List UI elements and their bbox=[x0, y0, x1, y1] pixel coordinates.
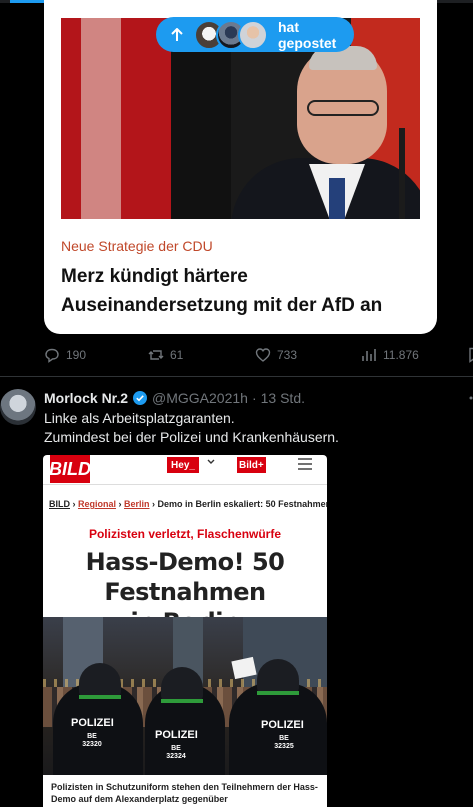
breadcrumb: BILD › Regional › Berlin › Demo in Berli… bbox=[49, 499, 327, 509]
views-icon bbox=[362, 349, 376, 361]
pill-label: hat gepostet bbox=[278, 18, 337, 51]
article-photo: POLIZEI BE 32320 POLIZEI BE 32324 POLIZE… bbox=[43, 617, 327, 775]
polizei-text: POLIZEI bbox=[155, 729, 198, 741]
hamburger-menu-icon bbox=[298, 458, 312, 470]
bookmark-button[interactable] bbox=[467, 347, 473, 363]
meta-separator: · bbox=[251, 390, 257, 406]
bookmark-icon bbox=[469, 347, 473, 363]
heart-icon bbox=[255, 348, 271, 362]
tweet-text-line: Zumindest bei der Polizei und Krankenhäu… bbox=[44, 429, 339, 445]
tweet-action-bar: 190 61 733 11.876 bbox=[44, 347, 473, 365]
timestamp[interactable]: 13 Std. bbox=[261, 390, 305, 406]
more-options-icon[interactable] bbox=[464, 392, 473, 404]
reply-count: 190 bbox=[66, 348, 87, 362]
article-kicker: Polizisten verletzt, Flaschenwürfe bbox=[88, 527, 282, 541]
reply-icon bbox=[45, 348, 59, 363]
display-name[interactable]: Morlock Nr.2 bbox=[44, 390, 128, 406]
chevron-down-icon bbox=[206, 457, 216, 470]
tweet-divider bbox=[0, 376, 473, 377]
repost-count: 61 bbox=[170, 348, 184, 362]
view-count: 11.876 bbox=[383, 348, 419, 362]
avatar bbox=[238, 19, 268, 50]
polizei-text: POLIZEI bbox=[261, 719, 304, 731]
arrow-up-icon bbox=[170, 27, 184, 42]
badge-number: BE 32325 bbox=[274, 735, 294, 750]
repost-button[interactable]: 61 bbox=[148, 347, 183, 363]
user-handle[interactable]: @MGGA2021h bbox=[152, 390, 248, 406]
verified-badge-icon[interactable] bbox=[132, 390, 148, 406]
like-count: 733 bbox=[277, 348, 298, 362]
repost-avatars bbox=[194, 19, 268, 50]
card-kicker: Neue Strategie der CDU bbox=[61, 238, 213, 254]
reply-button[interactable]: 190 bbox=[44, 347, 86, 363]
card-title[interactable]: Merz kündigt härtere Auseinandersetzung … bbox=[61, 262, 421, 320]
bild-hey-badge: Hey_ bbox=[167, 457, 199, 473]
badge-number: BE 32320 bbox=[82, 733, 102, 748]
tweet-header: Morlock Nr.2 @MGGA2021h · 13 Std. bbox=[44, 390, 305, 406]
like-button[interactable]: 733 bbox=[255, 347, 297, 363]
tweet-text: Linke als Arbeitsplatzgaranten. Zumindes… bbox=[44, 409, 464, 447]
views-button[interactable]: 11.876 bbox=[361, 347, 419, 363]
badge-number: BE 32324 bbox=[166, 745, 186, 760]
polizei-text: POLIZEI bbox=[71, 717, 114, 729]
tweet-media-image[interactable]: BILD Hey_ Bild+ BILD › Regional › Berlin… bbox=[43, 455, 327, 807]
new-posts-pill[interactable]: hat gepostet bbox=[156, 17, 354, 52]
bildplus-badge: Bild+ bbox=[237, 457, 266, 473]
avatar[interactable] bbox=[0, 389, 36, 425]
tweet-text-line: Linke als Arbeitsplatzgaranten. bbox=[44, 410, 235, 426]
photo-caption: Polizisten in Schutzuniform stehen den T… bbox=[51, 782, 318, 804]
bild-logo: BILD bbox=[49, 455, 91, 483]
repost-icon bbox=[148, 350, 164, 360]
